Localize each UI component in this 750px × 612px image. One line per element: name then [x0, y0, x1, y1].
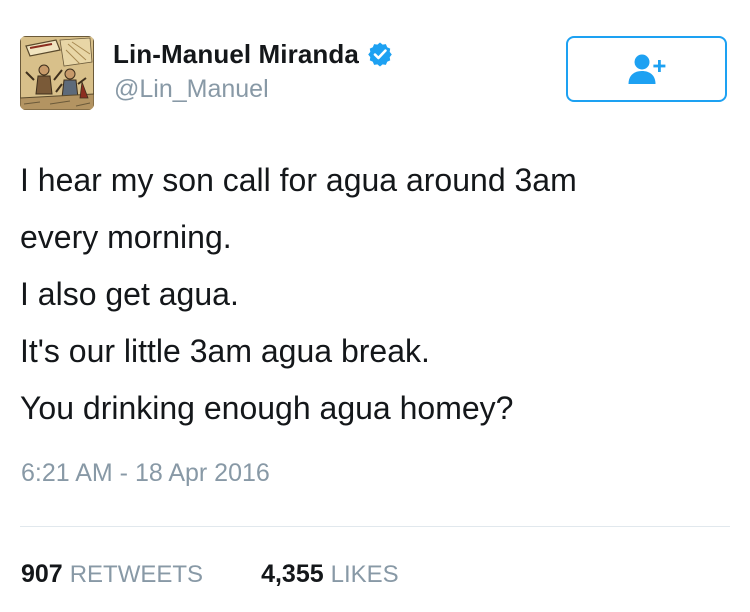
avatar[interactable]: [20, 36, 94, 110]
retweets-count: 907: [21, 560, 63, 588]
tweet-timestamp[interactable]: 6:21 AM - 18 Apr 2016: [21, 459, 270, 488]
add-user-icon: [628, 54, 665, 84]
display-name-row: Lin-Manuel Miranda: [113, 36, 393, 72]
tweet-line: every morning.: [20, 219, 232, 255]
follow-button[interactable]: [566, 36, 727, 102]
tweet-line: I also get agua.: [20, 276, 239, 312]
tweet-line: I hear my son call for agua around 3am: [20, 162, 577, 198]
tweet-card: Lin-Manuel Miranda @Lin_Manuel I hear my…: [0, 0, 750, 612]
divider: [20, 526, 730, 527]
tweet-line: It's our little 3am agua break.: [20, 333, 430, 369]
retweets-stat[interactable]: 907 RETWEETS: [21, 560, 203, 589]
verified-badge-icon: [368, 42, 392, 67]
likes-count: 4,355: [261, 560, 324, 588]
hamilton-comic-avatar-icon: [20, 36, 94, 110]
likes-label: LIKES: [330, 561, 399, 588]
tweet-line: You drinking enough agua homey?: [20, 390, 514, 426]
tweet-text: I hear my son call for agua around 3am e…: [20, 152, 730, 437]
display-name[interactable]: Lin-Manuel Miranda: [113, 39, 359, 70]
likes-stat[interactable]: 4,355 LIKES: [261, 560, 399, 589]
retweets-label: RETWEETS: [69, 561, 204, 588]
tweet-stats: 907 RETWEETS 4,355 LIKES: [21, 560, 399, 589]
user-handle[interactable]: @Lin_Manuel: [114, 75, 269, 104]
